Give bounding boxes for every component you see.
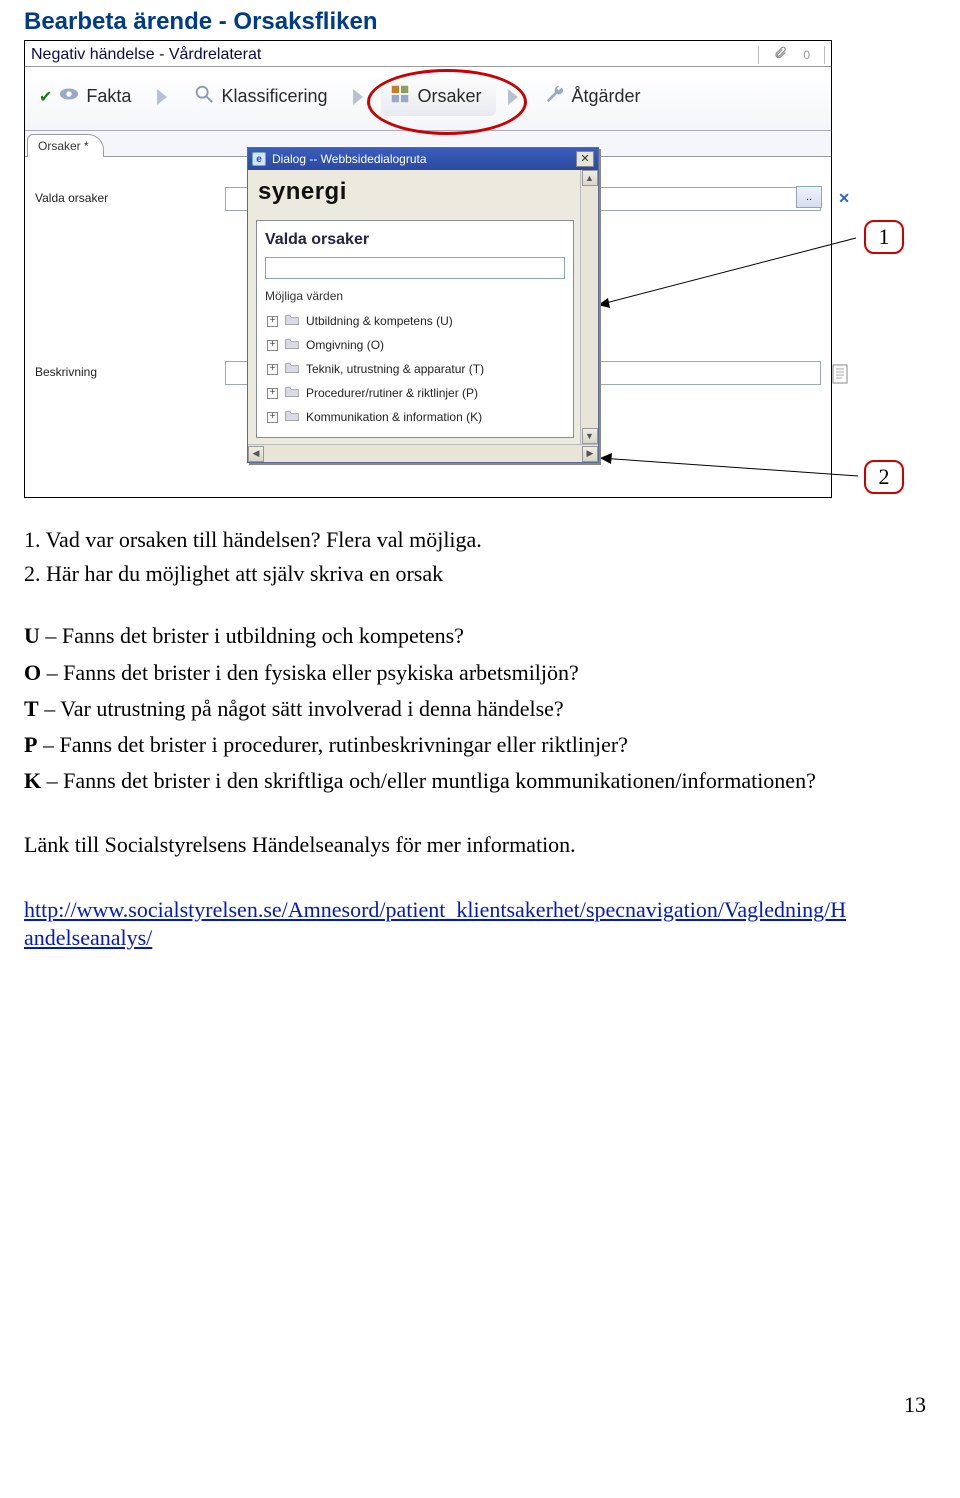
chevron-right-icon [508, 89, 518, 105]
app-header: Negativ händelse - Vårdrelaterat 0 [25, 41, 831, 67]
chevron-right-icon [353, 89, 363, 105]
magnifier-icon [193, 83, 215, 110]
tree: + Utbildning & kompetens (U) + Omgivning… [265, 309, 565, 429]
dialog-search-input[interactable] [265, 257, 565, 279]
desc-o: O – Fanns det brister i den fysiska elle… [24, 659, 912, 687]
scroll-up-button[interactable]: ▲ [582, 170, 598, 186]
folder-icon [284, 337, 300, 353]
link-intro: Länk till Socialstyrelsens Händelseanaly… [24, 831, 912, 859]
dialog-title: Dialog -- Webbsidedialogruta [272, 152, 427, 166]
tree-item[interactable]: + Omgivning (O) [265, 333, 565, 357]
folder-icon [284, 385, 300, 401]
desc-t: T – Var utrustning på något sätt involve… [24, 695, 912, 723]
callout-1: 1 [864, 220, 904, 254]
scrollbar-horizontal[interactable]: ◀ ▶ [248, 444, 598, 462]
divider [824, 46, 825, 64]
tree-item[interactable]: + Kommunikation & information (K) [265, 405, 565, 429]
ie-icon: e [252, 152, 266, 166]
tree-label: Kommunikation & information (K) [306, 410, 482, 424]
desc-k: K – Fanns det brister i den skriftliga o… [24, 767, 912, 795]
dialog-subheading: Möjliga värden [265, 289, 565, 303]
tab-label: Orsaker [417, 86, 481, 107]
expand-icon[interactable]: + [267, 316, 278, 327]
scrollbar-vertical[interactable]: ▲ ▼ [580, 170, 598, 444]
page-number: 13 [24, 1392, 926, 1418]
item-2: 2. Här har du möjlighet att själv skriva… [24, 560, 912, 588]
body-text: 1. Vad var orsaken till händelsen? Flera… [24, 526, 912, 952]
scroll-left-button[interactable]: ◀ [248, 446, 264, 462]
expand-icon[interactable]: + [267, 412, 278, 423]
tab-label: Klassificering [221, 86, 327, 107]
clear-icon[interactable]: ✕ [838, 190, 850, 207]
tree-item[interactable]: + Procedurer/rutiner & riktlinjer (P) [265, 381, 565, 405]
close-button[interactable]: ✕ [576, 151, 594, 167]
tab-fakta[interactable]: ✔ Fakta [31, 77, 145, 116]
divider [758, 46, 759, 64]
label-beskrivning: Beskrivning [35, 361, 225, 379]
grid-icon [389, 83, 411, 110]
synergi-logo: synergi [256, 176, 574, 216]
tree-label: Omgivning (O) [306, 338, 384, 352]
form-area: Valda orsaker .. ✕ e Dialog -- Webbsided… [25, 157, 831, 497]
attachment-count: 0 [803, 48, 810, 62]
tab-klassificering[interactable]: Klassificering [185, 77, 341, 116]
app-header-icons: 0 [758, 45, 825, 64]
dialog-window: e Dialog -- Webbsidedialogruta ✕ synergi… [247, 147, 599, 463]
tab-label: Fakta [86, 86, 131, 107]
expand-icon[interactable]: + [267, 364, 278, 375]
note-icon[interactable] [832, 364, 850, 387]
tree-label: Utbildning & kompetens (U) [306, 314, 453, 328]
tree-item[interactable]: + Utbildning & kompetens (U) [265, 309, 565, 333]
dialog-content: Valda orsaker Möjliga värden + Utbildnin… [256, 220, 574, 438]
item-1: 1. Vad var orsaken till händelsen? Flera… [24, 526, 912, 554]
check-icon: ✔ [39, 87, 52, 107]
scroll-right-button[interactable]: ▶ [582, 446, 598, 462]
tree-label: Teknik, utrustning & apparatur (T) [306, 362, 484, 376]
desc-p: P – Fanns det brister i procedurer, ruti… [24, 731, 912, 759]
callout-2: 2 [864, 460, 904, 494]
tab-label: Åtgärder [572, 86, 641, 107]
wrench-icon [544, 83, 566, 110]
tree-item[interactable]: + Teknik, utrustning & apparatur (T) [265, 357, 565, 381]
app-window: Negativ händelse - Vårdrelaterat 0 ✔ Fak… [24, 40, 832, 498]
tree-label: Procedurer/rutiner & riktlinjer (P) [306, 386, 478, 400]
tab-atgarder[interactable]: Åtgärder [536, 77, 655, 116]
eye-icon [58, 83, 80, 110]
desc-u: U – Fanns det brister i utbildning och k… [24, 622, 912, 650]
paperclip-icon[interactable] [773, 45, 787, 64]
scroll-down-button[interactable]: ▼ [582, 428, 598, 444]
picker-button[interactable]: .. [796, 186, 822, 208]
folder-icon [284, 409, 300, 425]
folder-icon [284, 313, 300, 329]
sub-tab-orsaker[interactable]: Orsaker * [27, 134, 104, 157]
tab-orsaker[interactable]: Orsaker [381, 77, 495, 116]
dialog-titlebar: e Dialog -- Webbsidedialogruta ✕ [248, 148, 598, 170]
expand-icon[interactable]: + [267, 388, 278, 399]
main-tabs: ✔ Fakta Klassificering Orsaker [25, 67, 831, 131]
label-valda-orsaker: Valda orsaker [35, 187, 225, 205]
dialog-heading: Valda orsaker [265, 231, 565, 249]
folder-icon [284, 361, 300, 377]
page-title: Bearbeta ärende - Orsaksfliken [24, 8, 936, 36]
chevron-right-icon [157, 89, 167, 105]
external-link[interactable]: http://www.socialstyrelsen.se/Amnesord/p… [24, 896, 912, 952]
expand-icon[interactable]: + [267, 340, 278, 351]
app-window-title: Negativ händelse - Vårdrelaterat [31, 46, 261, 64]
